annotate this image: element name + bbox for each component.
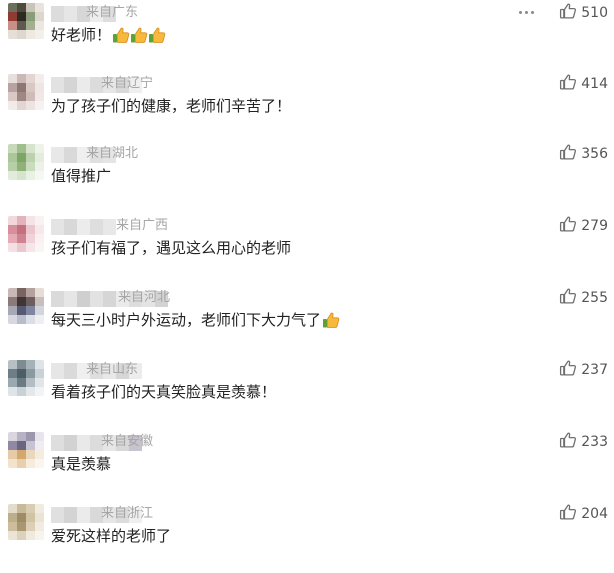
location-label: 来自湖北 bbox=[86, 146, 139, 161]
comment-item: 来自山东看着孩子们的天真笑脸真是羡慕！ 237 bbox=[0, 357, 614, 429]
location-label: 来自安徽 bbox=[101, 434, 154, 449]
avatar[interactable] bbox=[8, 432, 44, 468]
comment-text: 好老师！ bbox=[51, 24, 166, 46]
username-blurred[interactable] bbox=[51, 219, 116, 235]
comment-body: 爱死这样的老师了 bbox=[51, 527, 172, 545]
thumbs-up-icon bbox=[559, 431, 577, 453]
thumbs-up-icon bbox=[559, 359, 577, 381]
like-button[interactable]: 255 bbox=[559, 287, 608, 309]
thumbs-up-icon bbox=[559, 287, 577, 309]
comment-text: 爱死这样的老师了 bbox=[51, 525, 171, 547]
like-button[interactable]: 237 bbox=[559, 359, 608, 381]
comment-body: 好老师！ bbox=[51, 26, 112, 44]
thumbs-up-emoji-icon bbox=[322, 311, 340, 329]
location-label: 来自河北 bbox=[118, 290, 171, 305]
like-count: 237 bbox=[581, 362, 608, 378]
location-label: 来自浙江 bbox=[101, 506, 154, 521]
thumbs-up-icon bbox=[559, 215, 577, 237]
avatar[interactable] bbox=[8, 3, 44, 39]
more-options-icon[interactable] bbox=[519, 6, 537, 18]
like-count: 204 bbox=[581, 506, 608, 522]
comment-body: 每天三小时户外运动，老师们下大力气了 bbox=[51, 311, 322, 329]
comment-item: 来自河北每天三小时户外运动，老师们下大力气了 255 bbox=[0, 285, 614, 357]
comment-body: 为了孩子们的健康，老师们辛苦了！ bbox=[51, 97, 292, 115]
thumbs-up-icon bbox=[559, 2, 577, 24]
like-count: 233 bbox=[581, 434, 608, 450]
avatar[interactable] bbox=[8, 288, 44, 324]
comment-item: 来自浙江爱死这样的老师了 204 bbox=[0, 501, 614, 573]
like-count: 510 bbox=[581, 5, 608, 21]
like-button[interactable]: 356 bbox=[559, 143, 608, 165]
location-label: 来自广西 bbox=[116, 218, 169, 233]
thumbs-up-icon bbox=[559, 503, 577, 525]
comment-text: 看着孩子们的天真笑脸真是羡慕！ bbox=[51, 381, 276, 403]
like-button[interactable]: 204 bbox=[559, 503, 608, 525]
comment-text: 值得推广 bbox=[51, 165, 111, 187]
avatar[interactable] bbox=[8, 144, 44, 180]
comment-item: 来自安徽真是羡慕 233 bbox=[0, 429, 614, 501]
thumbs-up-icon bbox=[559, 73, 577, 95]
comment-text: 为了孩子们的健康，老师们辛苦了！ bbox=[51, 95, 291, 117]
like-count: 414 bbox=[581, 76, 608, 92]
comment-item: 来自广东好老师！ 510 bbox=[0, 0, 614, 72]
comment-item: 来自辽宁为了孩子们的健康，老师们辛苦了！ 414 bbox=[0, 71, 614, 143]
like-button[interactable]: 414 bbox=[559, 73, 608, 95]
location-label: 来自辽宁 bbox=[101, 76, 154, 91]
avatar[interactable] bbox=[8, 504, 44, 540]
comment-body: 真是羡慕 bbox=[51, 455, 112, 473]
like-count: 356 bbox=[581, 146, 608, 162]
comment-body: 看着孩子们的天真笑脸真是羡慕！ bbox=[51, 383, 277, 401]
comment-text: 孩子们有福了，遇见这么用心的老师 bbox=[51, 237, 291, 259]
comment-text: 真是羡慕 bbox=[51, 453, 111, 475]
comment-body: 孩子们有福了，遇见这么用心的老师 bbox=[51, 239, 292, 257]
like-count: 279 bbox=[581, 218, 608, 234]
comment-text: 每天三小时户外运动，老师们下大力气了 bbox=[51, 309, 340, 331]
like-button[interactable]: 510 bbox=[559, 2, 608, 24]
comment-body: 值得推广 bbox=[51, 167, 112, 185]
comment-item: 来自湖北值得推广 356 bbox=[0, 141, 614, 213]
avatar[interactable] bbox=[8, 216, 44, 252]
thumbs-up-emoji-icon bbox=[112, 26, 166, 44]
location-label: 来自广东 bbox=[86, 5, 139, 20]
comment-item: 来自广西孩子们有福了，遇见这么用心的老师 279 bbox=[0, 213, 614, 285]
like-button[interactable]: 233 bbox=[559, 431, 608, 453]
location-label: 来自山东 bbox=[86, 362, 139, 377]
thumbs-up-icon bbox=[559, 143, 577, 165]
avatar[interactable] bbox=[8, 360, 44, 396]
avatar[interactable] bbox=[8, 74, 44, 110]
like-count: 255 bbox=[581, 290, 608, 306]
like-button[interactable]: 279 bbox=[559, 215, 608, 237]
